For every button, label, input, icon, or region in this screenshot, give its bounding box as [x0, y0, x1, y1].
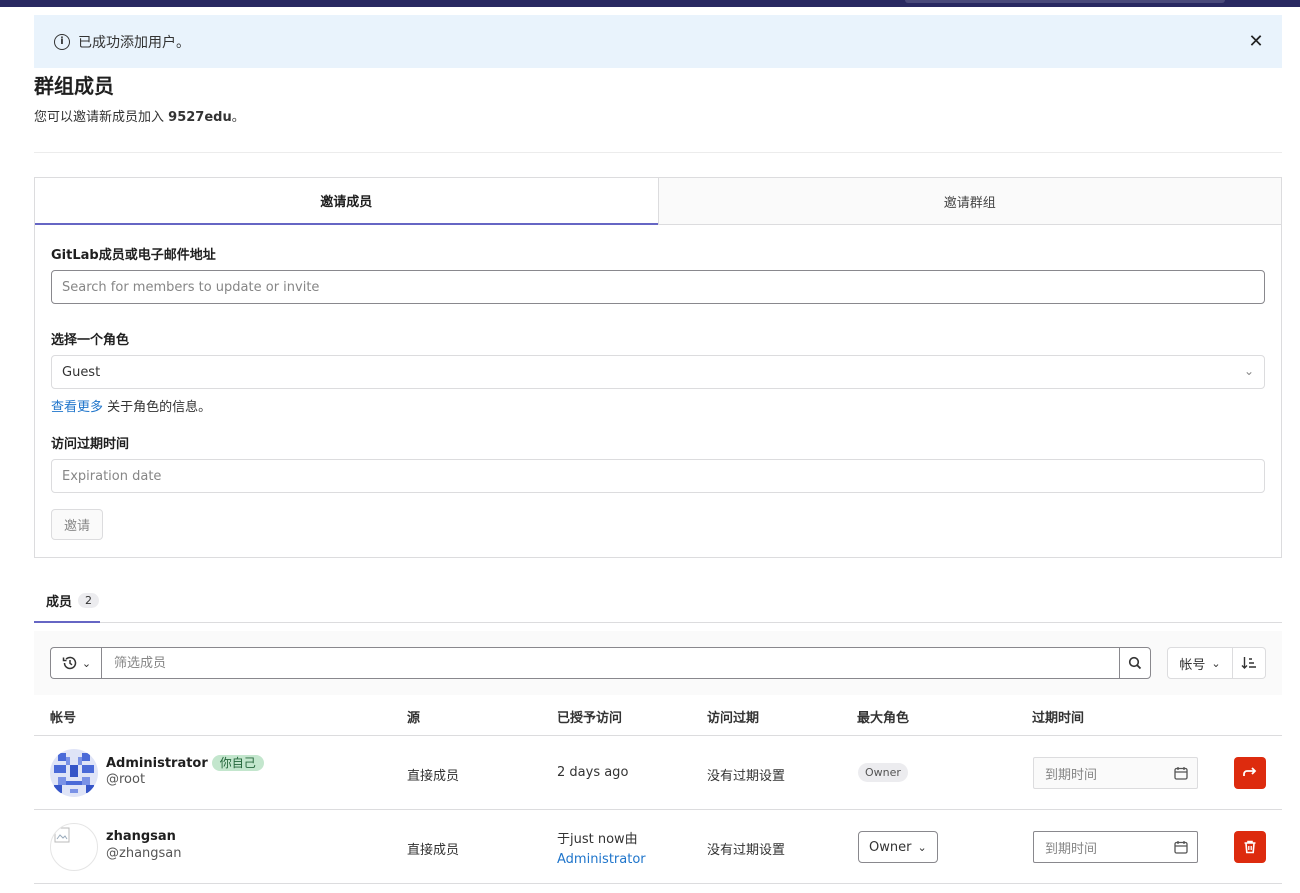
user-name-text: Administrator	[106, 755, 208, 771]
leave-group-button[interactable]	[1234, 757, 1266, 789]
recent-searches-button[interactable]: ⌄	[50, 647, 102, 679]
expiration-date-picker[interactable]: 到期时间	[1033, 831, 1198, 863]
table-row: zhangsan @zhangsan 直接成员 于just now由 Admin…	[34, 810, 1282, 884]
invite-button[interactable]: 邀请	[51, 509, 103, 540]
role-help-text: 关于角色的信息。	[103, 400, 212, 415]
tab-invite-members[interactable]: 邀请成员	[35, 178, 658, 225]
col-expiration: 过期时间	[1032, 711, 1085, 726]
members-tab-label: 成员	[46, 595, 73, 610]
sort-field-dropdown[interactable]: 帐号 ⌄	[1167, 647, 1233, 679]
top-navbar	[0, 0, 1300, 7]
user-handle: @zhangsan	[106, 846, 182, 861]
page-title: 群组成员	[34, 74, 114, 98]
col-granted: 已授予访问	[557, 711, 623, 726]
sort-direction-button[interactable]	[1233, 647, 1266, 679]
col-source: 源	[407, 711, 421, 726]
search-button[interactable]	[1119, 647, 1151, 679]
history-icon	[62, 656, 77, 670]
member-search-input[interactable]	[51, 270, 1265, 304]
success-alert: i 已成功添加用户。 ✕	[34, 15, 1282, 68]
trash-icon	[1244, 840, 1256, 854]
members-count-badge: 2	[78, 593, 100, 608]
granted-by-link[interactable]: Administrator	[557, 852, 646, 867]
group-name: 9527edu	[168, 110, 232, 125]
identicon	[50, 749, 98, 797]
members-table: 帐号 源 已授予访问 访问过期 最大角色 过期时间 Administrator …	[34, 695, 1282, 884]
you-badge: 你自己	[211, 755, 264, 771]
role-select-value: Guest	[62, 364, 101, 380]
chevron-down-icon: ⌄	[81, 656, 92, 670]
role-label: 选择一个角色	[51, 333, 130, 348]
member-source: 直接成员	[407, 769, 460, 784]
calendar-icon	[1174, 767, 1188, 780]
tab-invite-group[interactable]: 邀请群组	[657, 178, 1281, 225]
access-granted: 于just now由 Administrator	[557, 830, 646, 870]
remove-member-button[interactable]	[1234, 831, 1266, 863]
invite-tabs: 邀请成员 邀请群组	[35, 178, 1281, 225]
desc-suffix: 。	[231, 110, 245, 125]
avatar	[50, 823, 98, 871]
expiry-label: 访问过期时间	[51, 437, 130, 452]
info-icon: i	[54, 33, 70, 50]
avatar	[50, 749, 98, 797]
broken-image-icon	[54, 827, 70, 843]
chevron-down-icon: ⌄	[917, 840, 927, 854]
sort-field-label: 帐号	[1179, 657, 1206, 673]
tab-members[interactable]: 成员 2	[34, 580, 100, 623]
divider	[34, 152, 1282, 153]
filter-bar: ⌄ 帐号 ⌄	[34, 631, 1282, 695]
close-icon[interactable]: ✕	[1246, 31, 1266, 52]
member-source: 直接成员	[407, 843, 460, 858]
filter-members-input[interactable]	[101, 647, 1120, 679]
max-role-dropdown[interactable]: Owner ⌄	[858, 831, 938, 863]
user-name-text: zhangsan	[106, 829, 176, 844]
col-account: 帐号	[50, 711, 77, 726]
chevron-down-icon: ⌄	[1211, 656, 1221, 670]
table-row: Administrator 你自己 @root 直接成员 2 days ago …	[34, 736, 1282, 810]
date-placeholder: 到期时间	[1045, 767, 1098, 783]
granted-text: 于just now由	[557, 832, 638, 847]
user-name[interactable]: Administrator 你自己	[106, 755, 264, 771]
members-tabs: 成员 2	[34, 580, 1282, 623]
access-granted: 2 days ago	[557, 765, 629, 780]
expiration-date-picker: 到期时间	[1033, 757, 1198, 789]
role-select[interactable]: Guest ⌄	[51, 355, 1265, 389]
user-name[interactable]: zhangsan	[106, 829, 176, 844]
table-header: 帐号 源 已授予访问 访问过期 最大角色 过期时间	[34, 695, 1282, 736]
global-search-stub[interactable]	[905, 0, 1225, 3]
expiration-date-input[interactable]	[51, 459, 1265, 493]
col-access-expiry: 访问过期	[707, 711, 760, 726]
member-field-label: GitLab成员或电子邮件地址	[51, 248, 216, 263]
see-more-link[interactable]: 查看更多	[51, 400, 103, 415]
role-help: 查看更多 关于角色的信息。	[51, 396, 211, 415]
leave-arrow-icon	[1243, 767, 1257, 776]
invite-card: 邀请成员 邀请群组 GitLab成员或电子邮件地址 选择一个角色 Guest ⌄…	[34, 177, 1282, 558]
calendar-icon	[1174, 841, 1188, 854]
desc-prefix: 您可以邀请新成员加入	[34, 110, 165, 125]
alert-message: 已成功添加用户。	[78, 34, 190, 51]
access-expiry: 没有过期设置	[707, 843, 786, 858]
sort-lowest-icon	[1241, 657, 1256, 669]
chevron-down-icon: ⌄	[1243, 364, 1254, 378]
search-icon	[1128, 656, 1142, 670]
role-dropdown-value: Owner	[869, 839, 912, 855]
user-handle: @root	[106, 772, 146, 787]
col-max-role: 最大角色	[857, 711, 910, 726]
access-expiry: 没有过期设置	[707, 769, 786, 784]
date-placeholder: 到期时间	[1045, 841, 1098, 857]
max-role-badge: Owner	[858, 763, 908, 782]
page-description: 您可以邀请新成员加入 9527edu。	[34, 106, 245, 125]
